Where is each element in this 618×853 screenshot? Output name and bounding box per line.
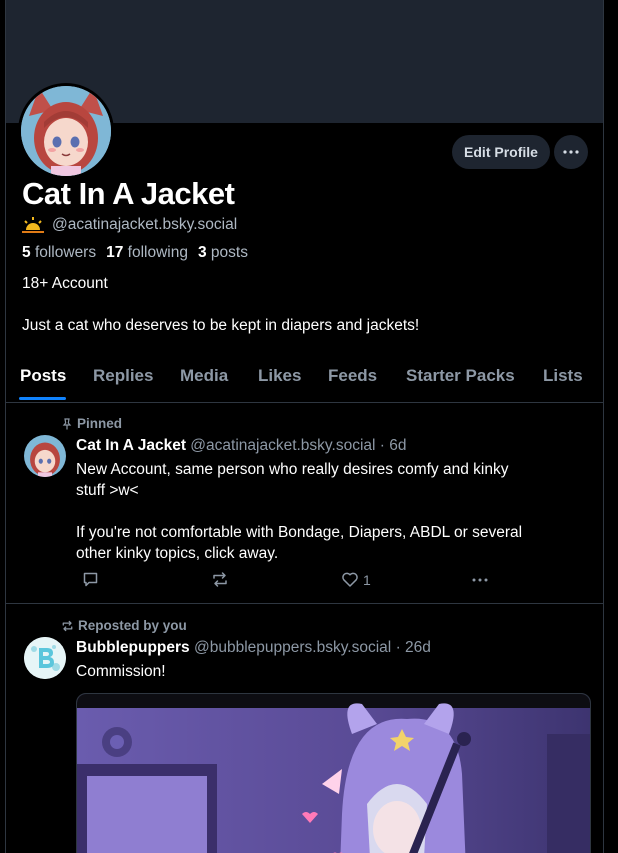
tab-media[interactable]: Media (180, 366, 228, 386)
post-item[interactable]: Pinned Cat In A Jacket @acatinajacket.bs… (6, 402, 603, 604)
reply-icon (83, 572, 98, 587)
post-actions: 1 (76, 571, 496, 591)
post-author-name[interactable]: Cat In A Jacket (76, 437, 186, 454)
tab-replies[interactable]: Replies (93, 366, 153, 386)
display-name: Cat In A Jacket (22, 176, 235, 211)
profile-stats: 5 followers 17 following 3 posts (22, 244, 248, 262)
handle-row: @acatinajacket.bsky.social (22, 216, 237, 234)
tab-posts[interactable]: Posts (20, 366, 66, 386)
reposted-label: Reposted by you (61, 618, 187, 633)
post-text: New Account, same person who really desi… (76, 461, 523, 562)
followers-stat[interactable]: 5 followers (22, 244, 96, 261)
more-icon (472, 578, 488, 582)
profile-bio: Just a cat who deserves to be kept in di… (22, 317, 420, 334)
following-stat[interactable]: 17 following (106, 244, 188, 261)
like-button[interactable]: 1 (341, 571, 371, 588)
reply-button[interactable] (82, 571, 99, 588)
like-count: 1 (363, 571, 371, 588)
repost-icon (213, 572, 227, 587)
post-timestamp[interactable]: · 26d (396, 639, 431, 656)
post-author-avatar[interactable] (24, 637, 66, 679)
tab-likes[interactable]: Likes (258, 366, 301, 386)
ellipsis-icon (563, 150, 579, 154)
profile-avatar[interactable] (18, 83, 114, 179)
sun-emoji-icon (22, 217, 44, 233)
profile-tabs: Posts Replies Media Likes Feeds Starter … (6, 352, 603, 403)
post-author-name[interactable]: Bubblepuppers (76, 639, 190, 656)
repost-button[interactable] (211, 571, 229, 588)
adult-account-label: 18+ Account (22, 275, 108, 292)
post-image[interactable] (76, 693, 591, 853)
active-tab-indicator (19, 397, 66, 400)
edit-profile-button[interactable]: Edit Profile (452, 135, 550, 169)
tab-feeds[interactable]: Feeds (328, 366, 377, 386)
post-author-handle[interactable]: @acatinajacket.bsky.social (190, 437, 375, 454)
tab-lists[interactable]: Lists (543, 366, 583, 386)
tab-starter-packs[interactable]: Starter Packs (406, 366, 515, 386)
profile-handle[interactable]: @acatinajacket.bsky.social (52, 216, 237, 234)
post-more-button[interactable] (471, 571, 489, 588)
post-timestamp[interactable]: · 6d (380, 437, 407, 454)
post-meta: Bubblepuppers @bubblepuppers.bsky.social… (76, 639, 431, 657)
repost-icon (62, 620, 73, 631)
post-author-avatar[interactable] (24, 435, 66, 477)
like-icon (342, 572, 358, 587)
more-options-button[interactable] (554, 135, 588, 169)
post-text: Commission! (76, 663, 166, 680)
posts-stat: 3 posts (197, 244, 248, 261)
pinned-label: Pinned (61, 416, 122, 431)
post-author-handle[interactable]: @bubblepuppers.bsky.social (194, 639, 391, 656)
pin-icon (62, 417, 72, 429)
profile-screen: Edit Profile Cat In A Jacket @acatinajac… (5, 0, 604, 853)
post-meta: Cat In A Jacket @acatinajacket.bsky.soci… (76, 437, 407, 455)
